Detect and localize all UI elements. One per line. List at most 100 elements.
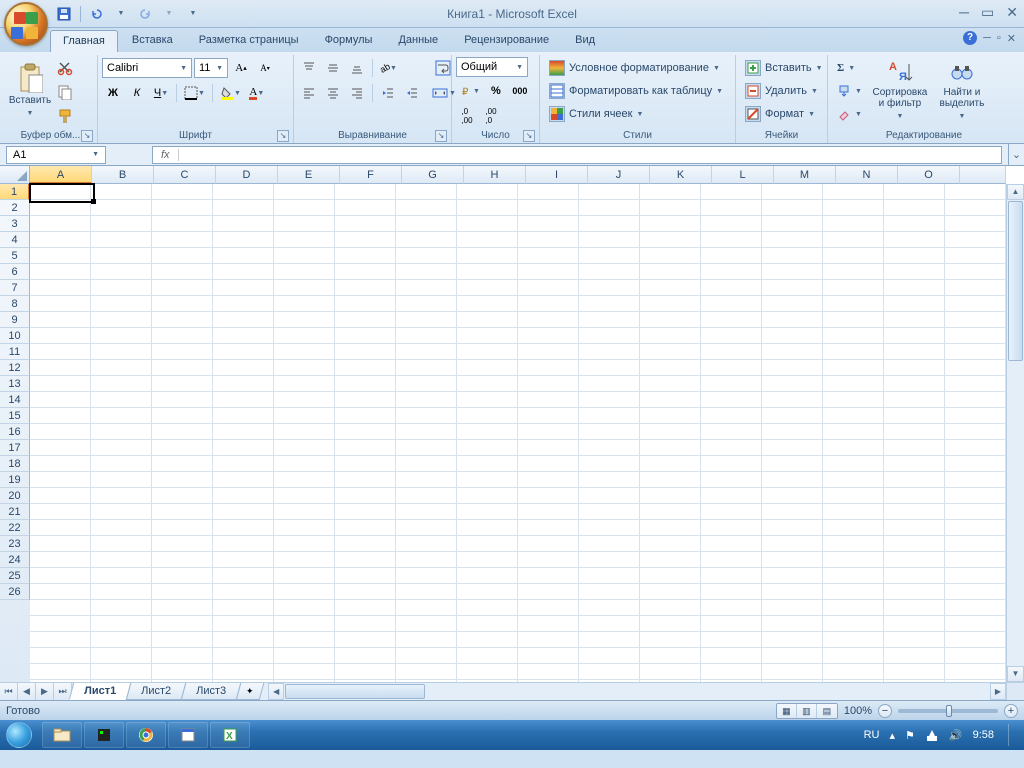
format-as-table-button[interactable]: Форматировать как таблицу▼ <box>544 80 728 102</box>
shrink-font-button[interactable]: A▾ <box>254 57 276 79</box>
cell[interactable] <box>579 296 640 312</box>
cell[interactable] <box>274 360 335 376</box>
cell[interactable] <box>945 616 1006 632</box>
taskbar-app-excel[interactable]: X <box>210 722 250 748</box>
cell[interactable] <box>762 328 823 344</box>
cell[interactable] <box>762 472 823 488</box>
cell[interactable] <box>457 280 518 296</box>
cell[interactable] <box>762 584 823 600</box>
cell[interactable] <box>91 488 152 504</box>
cell[interactable] <box>701 568 762 584</box>
cell[interactable] <box>152 392 213 408</box>
cell[interactable] <box>213 568 274 584</box>
scroll-left-icon[interactable]: ◀ <box>268 683 284 700</box>
cell[interactable] <box>396 200 457 216</box>
cell[interactable] <box>701 472 762 488</box>
cell[interactable] <box>640 232 701 248</box>
cell[interactable] <box>884 440 945 456</box>
cell[interactable] <box>518 424 579 440</box>
dialog-launcher-icon[interactable]: ↘ <box>523 130 535 142</box>
cell[interactable] <box>884 200 945 216</box>
row-header[interactable]: 12 <box>0 360 30 376</box>
cell[interactable] <box>579 360 640 376</box>
cell[interactable] <box>762 360 823 376</box>
cell[interactable] <box>274 488 335 504</box>
cell[interactable] <box>579 312 640 328</box>
cell[interactable] <box>579 280 640 296</box>
hscroll-track[interactable] <box>284 683 990 700</box>
cell[interactable] <box>396 424 457 440</box>
cell[interactable] <box>335 632 396 648</box>
font-color-button[interactable]: A▼ <box>246 82 268 104</box>
cell[interactable] <box>518 312 579 328</box>
cell[interactable] <box>152 408 213 424</box>
cell[interactable] <box>945 488 1006 504</box>
cell[interactable] <box>396 632 457 648</box>
cell[interactable] <box>91 344 152 360</box>
cell[interactable] <box>396 504 457 520</box>
cell[interactable] <box>152 440 213 456</box>
cell[interactable] <box>396 440 457 456</box>
cell[interactable] <box>274 520 335 536</box>
ribbon-close-icon[interactable]: ✕ <box>1007 32 1016 45</box>
hscroll-thumb[interactable] <box>285 684 425 699</box>
cell[interactable] <box>701 408 762 424</box>
cell[interactable] <box>701 328 762 344</box>
cell[interactable] <box>457 456 518 472</box>
cell[interactable] <box>91 184 152 200</box>
cell[interactable] <box>30 536 91 552</box>
cell[interactable] <box>213 520 274 536</box>
cell[interactable] <box>579 232 640 248</box>
cell[interactable] <box>945 344 1006 360</box>
cell[interactable] <box>152 600 213 616</box>
cell[interactable] <box>213 648 274 664</box>
cell[interactable] <box>396 648 457 664</box>
cell[interactable] <box>274 392 335 408</box>
increase-decimal-button[interactable]: ,0,00 <box>456 105 478 127</box>
cell[interactable] <box>518 472 579 488</box>
cell[interactable] <box>823 440 884 456</box>
cell[interactable] <box>457 312 518 328</box>
cell[interactable] <box>30 504 91 520</box>
cell[interactable] <box>518 488 579 504</box>
cell[interactable] <box>457 520 518 536</box>
cell[interactable] <box>579 200 640 216</box>
cell[interactable] <box>518 584 579 600</box>
cell[interactable] <box>91 392 152 408</box>
fx-label[interactable]: fx <box>153 149 179 161</box>
cell[interactable] <box>91 616 152 632</box>
cell[interactable] <box>30 392 91 408</box>
cell[interactable] <box>884 392 945 408</box>
column-header[interactable]: L <box>712 166 774 184</box>
row-header[interactable]: 3 <box>0 216 30 232</box>
column-header[interactable]: O <box>898 166 960 184</box>
cell[interactable] <box>396 616 457 632</box>
cell[interactable] <box>762 296 823 312</box>
scroll-down-icon[interactable]: ▼ <box>1007 666 1024 682</box>
cell[interactable] <box>91 648 152 664</box>
cell[interactable] <box>518 456 579 472</box>
cell[interactable] <box>335 328 396 344</box>
dialog-launcher-icon[interactable]: ↘ <box>81 130 93 142</box>
column-header[interactable]: B <box>92 166 154 184</box>
cell[interactable] <box>762 312 823 328</box>
align-right-button[interactable] <box>346 82 368 104</box>
cell[interactable] <box>884 600 945 616</box>
cell[interactable] <box>30 664 91 680</box>
taskbar-app-2[interactable] <box>84 722 124 748</box>
cell[interactable] <box>335 536 396 552</box>
cell[interactable] <box>579 472 640 488</box>
cell[interactable] <box>884 344 945 360</box>
cell[interactable] <box>762 440 823 456</box>
column-header[interactable]: I <box>526 166 588 184</box>
clear-button[interactable]: ▼ <box>832 103 867 125</box>
cell[interactable] <box>518 552 579 568</box>
cell[interactable] <box>884 408 945 424</box>
cell[interactable] <box>152 312 213 328</box>
row-header[interactable]: 19 <box>0 472 30 488</box>
cell[interactable] <box>335 344 396 360</box>
cell[interactable] <box>701 664 762 680</box>
cell[interactable] <box>945 664 1006 680</box>
cell[interactable] <box>30 440 91 456</box>
cell[interactable] <box>274 200 335 216</box>
